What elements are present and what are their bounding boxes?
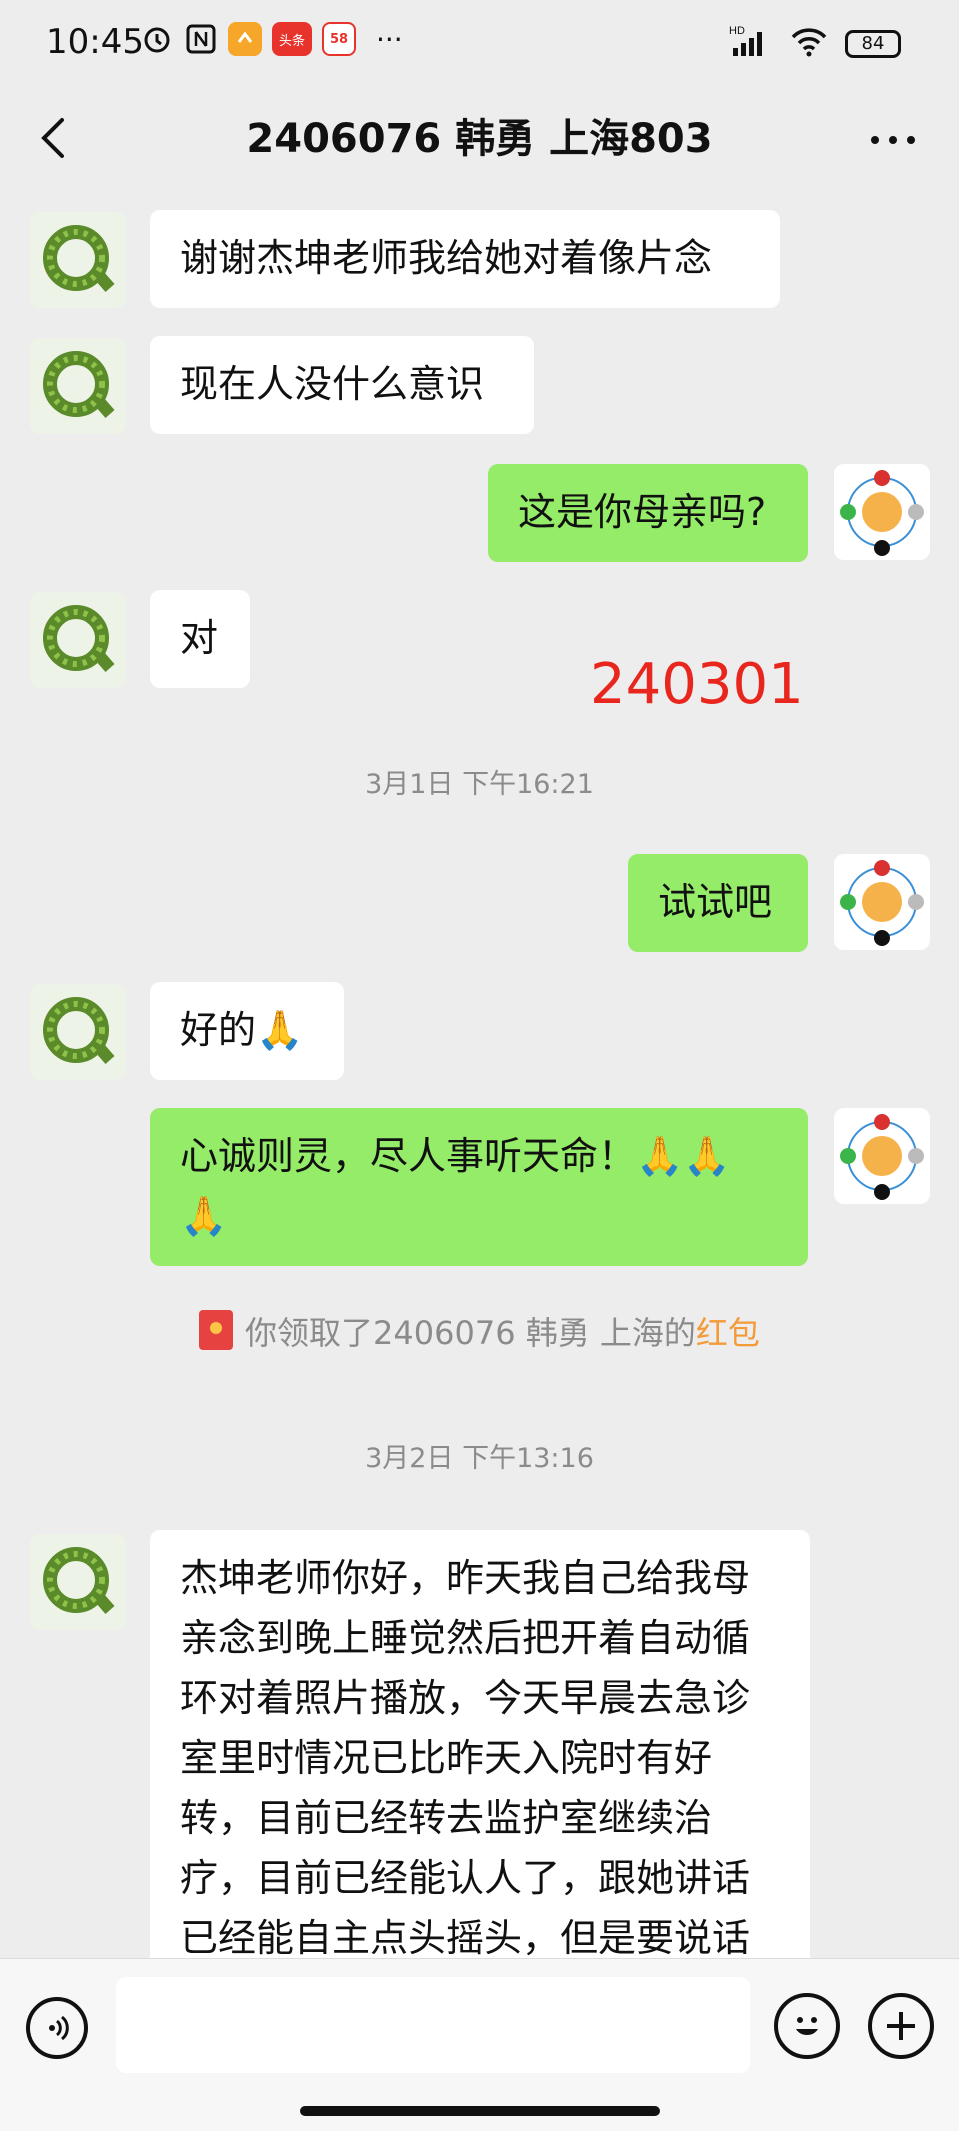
my-avatar[interactable] xyxy=(834,854,930,950)
battery-indicator: 84 xyxy=(845,30,901,58)
svg-text:HD: HD xyxy=(729,25,745,37)
message-bubble-incoming[interactable]: 谢谢杰坤老师我给她对着像片念 xyxy=(150,210,780,308)
contact-avatar[interactable] xyxy=(30,1534,126,1630)
status-time: 10:45 xyxy=(46,22,144,62)
message-bubble-outgoing[interactable]: 这是你母亲吗? xyxy=(488,464,808,562)
timestamp-separator: 3月1日 下午16:21 xyxy=(365,769,594,800)
message-text-line: 转，目前已经转去监护室继续治 xyxy=(180,1796,713,1840)
red-packet-icon xyxy=(199,1310,234,1350)
more-dots-icon xyxy=(871,136,915,144)
more-button[interactable] xyxy=(863,114,923,158)
red-packet-notice[interactable]: 你领取了2406076 韩勇 上海的红包 xyxy=(0,1308,959,1354)
emoji-icon xyxy=(796,2017,818,2036)
wifi-icon xyxy=(789,25,829,63)
status-bar: 10:45 头条 58 ··· HD 84 xyxy=(0,0,959,88)
toutiao-label: 头条 xyxy=(278,33,305,49)
my-avatar[interactable] xyxy=(834,1108,930,1204)
message-text-line: 🙏 xyxy=(180,1194,228,1238)
message-text-line: 杰坤老师你好，昨天我自己给我母 xyxy=(180,1556,751,1600)
message-text-line: 室里时情况已比昨天入院时有好 xyxy=(180,1736,713,1780)
message-bubble-incoming[interactable]: 现在人没什么意识 xyxy=(150,336,534,434)
red-annotation: 240301 xyxy=(590,652,804,717)
my-avatar[interactable] xyxy=(834,464,930,560)
plus-button[interactable] xyxy=(868,1993,934,2059)
plus-icon xyxy=(887,2012,915,2040)
emoji-button[interactable] xyxy=(774,1993,840,2059)
red-packet-text: 你领取了2406076 韩勇 上海的 xyxy=(245,1314,696,1352)
red-packet-link[interactable]: 红包 xyxy=(696,1314,760,1352)
message-text: 试试吧 xyxy=(658,880,773,924)
voice-icon xyxy=(49,2015,69,2041)
message-text: 谢谢杰坤老师我给她对着像片念 xyxy=(180,236,713,280)
message-bubble-incoming[interactable]: 杰坤老师你好，昨天我自己给我母 亲念到晚上睡觉然后把开着自动循 环对着照片播放，… xyxy=(150,1530,810,2010)
nfc-icon xyxy=(184,22,218,56)
message-text-line: 心诚则灵，尽人事听天命！🙏🙏 xyxy=(180,1134,731,1178)
message-text-line: 疗，目前已经能认人了，跟她讲话 xyxy=(180,1856,751,1900)
status-more: ··· xyxy=(376,22,403,56)
contact-avatar[interactable] xyxy=(30,592,126,688)
message-input[interactable] xyxy=(116,1977,750,2073)
message-text: 这是你母亲吗? xyxy=(518,490,767,534)
message-bubble-outgoing[interactable]: 试试吧 xyxy=(628,854,808,952)
58-app-icon: 58 xyxy=(322,22,356,56)
message-text: 好的🙏 xyxy=(180,1008,304,1052)
message-bubble-incoming[interactable]: 对 xyxy=(150,590,250,688)
orange-app-icon xyxy=(228,22,262,56)
message-text: 对 xyxy=(180,616,219,660)
58-label: 58 xyxy=(329,31,349,47)
contact-avatar[interactable] xyxy=(30,212,126,308)
message-text-line: 环对着照片播放，今天早晨去急诊 xyxy=(180,1676,751,1720)
chat-header: 2406076 韩勇 上海803 xyxy=(0,88,959,188)
message-text-line: 亲念到晚上睡觉然后把开着自动循 xyxy=(180,1616,751,1660)
home-indicator[interactable] xyxy=(300,2106,660,2116)
voice-button[interactable] xyxy=(26,1997,88,2059)
contact-avatar[interactable] xyxy=(30,984,126,1080)
timestamp-separator: 3月2日 下午13:16 xyxy=(365,1443,594,1474)
toutiao-app-icon: 头条 xyxy=(272,22,312,56)
alarm-icon xyxy=(140,22,174,56)
status-app-icons: 头条 58 ··· xyxy=(140,22,403,56)
chat-title: 2406076 韩勇 上海803 xyxy=(246,116,713,162)
status-right: HD 84 xyxy=(729,24,901,64)
message-bubble-incoming[interactable]: 好的🙏 xyxy=(150,982,344,1080)
message-bubble-outgoing[interactable]: 心诚则灵，尽人事听天命！🙏🙏 🙏 xyxy=(150,1108,808,1266)
contact-avatar[interactable] xyxy=(30,338,126,434)
signal-icon: HD xyxy=(729,24,773,64)
message-text: 现在人没什么意识 xyxy=(180,362,485,406)
